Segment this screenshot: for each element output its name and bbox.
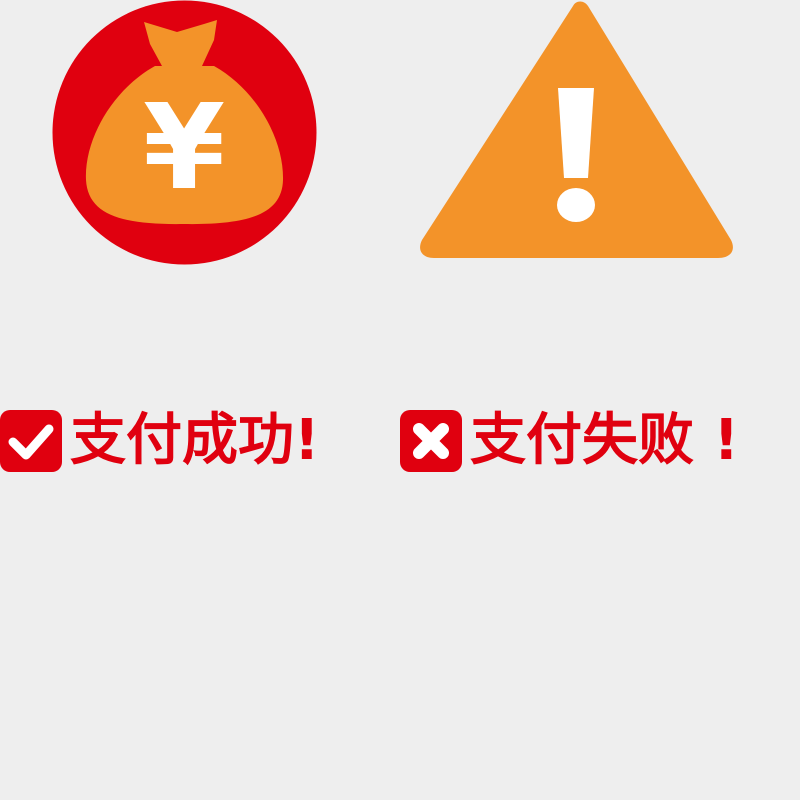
yuan-symbol: ¥ — [143, 78, 225, 216]
payment-failure-status: 支付失败 ! — [400, 408, 790, 474]
money-bag-yuan-icon: ¥ — [52, 0, 317, 265]
payment-success-label: 支付成功! — [70, 408, 320, 473]
exclamation-bar — [558, 88, 594, 178]
warning-triangle-icon — [418, 0, 736, 262]
exclamation-dot — [557, 188, 595, 222]
warning-triangle-svg — [420, 1, 733, 258]
payment-success-status: 支付成功! — [0, 408, 360, 474]
money-bag-svg: ¥ — [52, 0, 317, 265]
check-square-icon — [0, 410, 62, 472]
cross-square-icon — [400, 410, 462, 472]
payment-failure-label: 支付失败 ! — [470, 408, 740, 473]
